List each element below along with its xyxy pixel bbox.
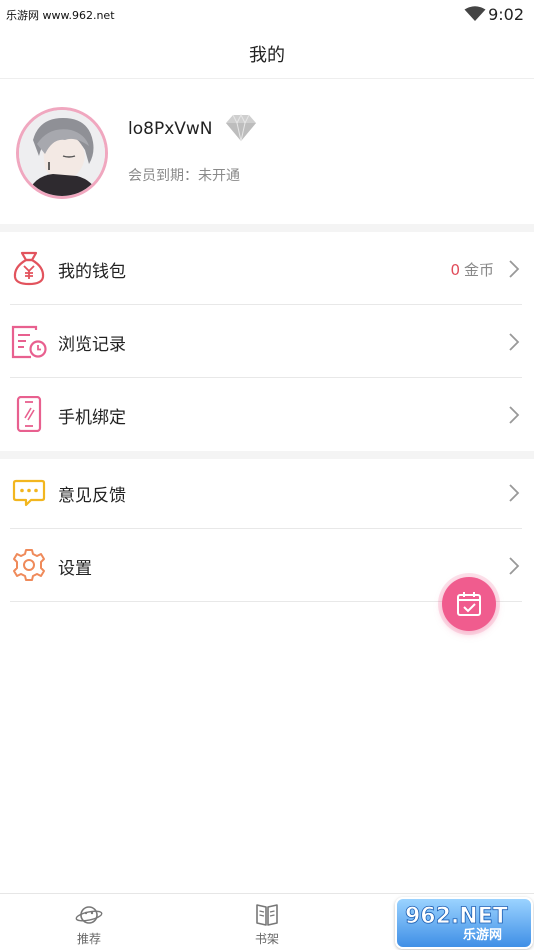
book-icon: [253, 903, 281, 931]
wifi-icon: [464, 6, 486, 26]
chat-bubble-icon: [11, 474, 47, 510]
diamond-icon: [224, 113, 258, 147]
menu-label-wallet: 我的钱包: [58, 262, 126, 282]
money-bag-icon: [11, 250, 47, 286]
site-watermark-logo: 962.NET 乐游网: [395, 897, 533, 949]
page-title: 我的: [249, 45, 285, 66]
menu-label-feedback: 意见反馈: [58, 486, 126, 506]
phone-icon: [11, 395, 47, 433]
menu-label-settings: 设置: [58, 559, 92, 579]
coin-count: 0: [450, 261, 460, 279]
tab-recommend[interactable]: 推荐: [0, 894, 178, 950]
coin-unit: 金币: [463, 261, 494, 279]
profile-card[interactable]: lo8PxVwN 会员到期：未开通: [0, 79, 534, 224]
svg-text:962.NET: 962.NET: [405, 904, 508, 929]
tab-bookshelf[interactable]: 书架: [178, 894, 356, 950]
chevron-right-icon: [508, 556, 520, 580]
coin-balance: 0 金币: [450, 259, 494, 280]
calendar-check-icon: [457, 592, 481, 616]
status-time: 9:02: [488, 5, 524, 24]
tab-label-recommend: 推荐: [76, 932, 101, 946]
section-divider: [0, 224, 534, 232]
chevron-right-icon: [508, 405, 520, 429]
menu-item-feedback[interactable]: 意见反馈: [0, 456, 534, 529]
avatar[interactable]: [16, 107, 108, 199]
status-bar: 乐游网 www.962.net 9:02: [0, 0, 534, 28]
menu-item-history[interactable]: 浏览记录: [0, 305, 534, 378]
chevron-right-icon: [508, 332, 520, 356]
member-expiry: 会员到期：未开通: [128, 165, 240, 185]
menu-item-phone[interactable]: 手机绑定: [0, 378, 534, 451]
menu-label-phone: 手机绑定: [58, 408, 126, 428]
svg-text:乐游网: 乐游网: [463, 927, 502, 943]
source-text: 乐游网 www.962.net: [6, 9, 115, 22]
menu-label-history: 浏览记录: [58, 335, 126, 355]
member-status: 未开通: [198, 168, 240, 184]
chevron-right-icon: [508, 259, 520, 283]
chevron-right-icon: [508, 483, 520, 507]
planet-icon: [75, 903, 103, 931]
checkin-fab-button[interactable]: [442, 577, 496, 631]
username: lo8PxVwN: [128, 119, 213, 139]
member-label: 会员到期：: [128, 168, 198, 184]
gear-icon: [11, 547, 47, 583]
header: 我的: [0, 28, 534, 79]
tab-label-bookshelf: 书架: [254, 932, 279, 946]
history-icon: [11, 323, 47, 359]
menu-item-wallet[interactable]: 我的钱包 0 金币: [0, 232, 534, 305]
